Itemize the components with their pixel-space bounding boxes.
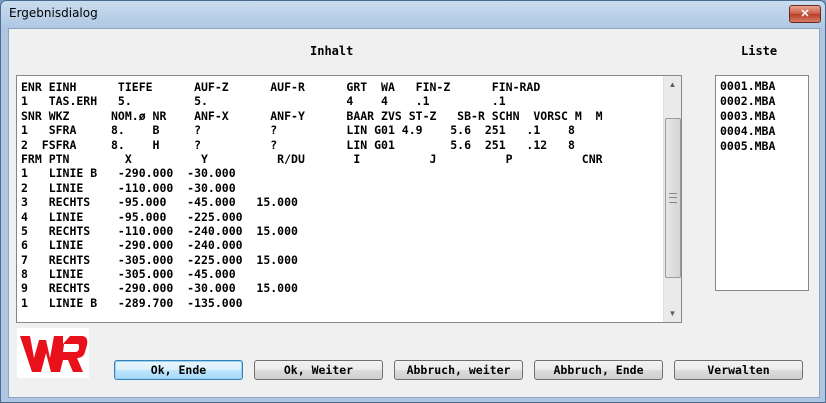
content-line: 1 SFRA 8. B ? ? LIN G01 4.9 5.6 251 .1 8 — [21, 123, 575, 138]
list-item[interactable]: 0004.MBA — [716, 124, 808, 139]
content-line: 8 LINIE -305.000 -45.000 — [21, 267, 236, 282]
content-line: 1 LINIE B -289.700 -135.000 — [21, 295, 243, 310]
content-textbox[interactable]: ENR EINH TIEFE AUF-Z AUF-R GRT WA FIN-Z … — [16, 75, 682, 323]
content-line: 6 LINIE -290.000 -240.000 — [21, 238, 243, 253]
scrollbar-thumb[interactable] — [665, 118, 681, 278]
content-line: 9 RECHTS -290.000 -30.000 15.000 — [21, 281, 298, 296]
list-item[interactable]: 0005.MBA — [716, 139, 808, 154]
scroll-up-arrow-icon[interactable]: ▲ — [664, 76, 681, 93]
grip-icon — [669, 193, 677, 203]
verwalten-button[interactable]: Verwalten — [674, 360, 803, 380]
content-lines: ENR EINH TIEFE AUF-Z AUF-R GRT WA FIN-Z … — [21, 80, 661, 310]
content-line: 5 RECHTS -110.000 -240.000 15.000 — [21, 223, 298, 238]
close-icon: ✕ — [800, 8, 810, 20]
window-title: Ergebnisdialog — [9, 6, 98, 20]
inhalt-label: Inhalt — [310, 44, 354, 58]
ok-weiter-button[interactable]: Ok, Weiter — [254, 360, 383, 380]
content-line: 4 LINIE -95.000 -225.000 — [21, 209, 243, 224]
content-line: 7 RECHTS -305.000 -225.000 15.000 — [21, 252, 298, 267]
abbruch-ende-button[interactable]: Abbruch, Ende — [534, 360, 663, 380]
content-line: 1 LINIE B -290.000 -30.000 — [21, 166, 236, 181]
content-line: ENR EINH TIEFE AUF-Z AUF-R GRT WA FIN-Z … — [21, 80, 541, 94]
list-item[interactable]: 0001.MBA — [716, 79, 808, 94]
liste-label: Liste — [741, 44, 778, 58]
wr-logo-icon — [20, 336, 88, 372]
abbruch-weiter-button[interactable]: Abbruch, weiter — [394, 360, 523, 380]
wr-logo — [17, 328, 89, 378]
content-line: 2 FSFRA 8. H ? ? LIN G01 5.6 251 .12 8 — [21, 137, 575, 152]
title-bar[interactable]: Ergebnisdialog ✕ — [1, 1, 825, 27]
list-item[interactable]: 0002.MBA — [716, 94, 808, 109]
content-line: 2 LINIE -110.000 -30.000 — [21, 180, 236, 195]
content-line: 1 TAS.ERH 5. 5. 4 4 .1 .1 — [21, 94, 506, 109]
content-line: 3 RECHTS -95.000 -45.000 15.000 — [21, 195, 298, 210]
vertical-scrollbar[interactable]: ▲ ▼ — [663, 76, 681, 322]
content-line: SNR WKZ NOM.ø NR ANF-X ANF-Y BAAR ZVS ST… — [21, 108, 603, 123]
file-listbox[interactable]: 0001.MBA 0002.MBA 0003.MBA 0004.MBA 0005… — [715, 75, 809, 291]
scroll-down-arrow-icon[interactable]: ▼ — [664, 305, 681, 322]
content-line: FRM PTN X Y R/DU I J P CNR — [21, 151, 603, 166]
close-button[interactable]: ✕ — [789, 5, 821, 23]
list-item[interactable]: 0003.MBA — [716, 109, 808, 124]
ok-ende-button[interactable]: Ok, Ende — [114, 360, 243, 380]
